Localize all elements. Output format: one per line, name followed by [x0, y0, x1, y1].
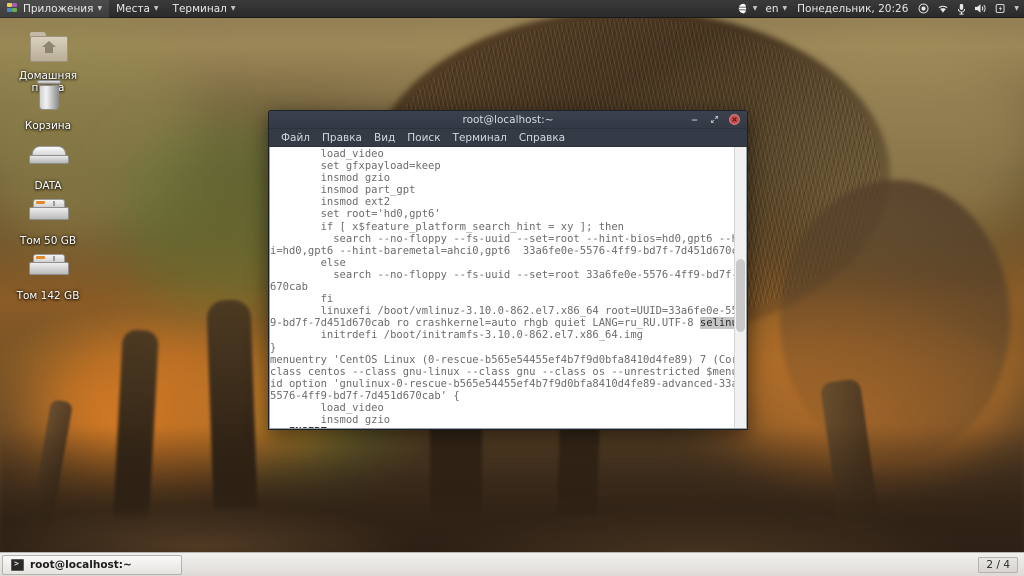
desktop-icon-volume-142gb[interactable]: Том 142 GB — [2, 248, 94, 302]
window-title-bar[interactable]: root@localhost:~ — [269, 111, 747, 129]
menu-help[interactable]: Справка — [513, 129, 571, 147]
taskbar-window-button-terminal[interactable]: root@localhost:~ — [2, 554, 182, 575]
terminal-window[interactable]: root@localhost:~ Файл Правка Вид Поиск Т… — [268, 110, 748, 430]
top-panel-right: ▼ en ▼ Понедельник, 20:26 ▼ — [734, 0, 1024, 18]
applications-menu-label: Приложения — [23, 2, 94, 15]
menu-edit[interactable]: Правка — [316, 129, 368, 147]
menu-terminal[interactable]: Терминал — [447, 129, 513, 147]
folder-home-icon — [25, 28, 71, 68]
window-controls — [689, 114, 747, 125]
terminal-icon — [11, 558, 24, 571]
menu-file[interactable]: Файл — [275, 129, 316, 147]
gnome-footprint-icon — [7, 2, 19, 15]
places-menu[interactable]: Места ▼ — [109, 0, 165, 18]
terminal-body[interactable]: load_video set gfxpayload=keep insmod gz… — [269, 147, 747, 429]
taskbar-window-label: root@localhost:~ — [30, 558, 132, 571]
hard-disk-icon — [25, 193, 71, 233]
scrollbar-thumb[interactable] — [736, 259, 745, 333]
close-icon[interactable] — [729, 114, 740, 125]
places-menu-label: Места — [116, 2, 150, 15]
chevron-down-icon[interactable]: ▼ — [1014, 5, 1019, 12]
menu-search[interactable]: Поиск — [401, 129, 446, 147]
trash-icon — [25, 78, 71, 118]
top-panel: Приложения ▼ Места ▼ Терминал ▼ ▼ en ▼ П… — [0, 0, 1024, 18]
terminal-menu-label: Терминал — [172, 2, 227, 15]
workspace-indicator[interactable]: 2 / 4 — [978, 556, 1018, 573]
desktop-icon-trash[interactable]: Корзина — [2, 78, 94, 132]
volume-icon[interactable] — [970, 0, 991, 18]
terminal-highlighted-token: selinux=0 — [699, 317, 734, 330]
wifi-icon[interactable] — [933, 0, 953, 18]
chevron-down-icon: ▼ — [97, 4, 103, 12]
microphone-icon[interactable] — [953, 0, 970, 18]
desktop-icon-data-drive[interactable]: DATA — [2, 138, 94, 192]
chevron-down-icon[interactable]: ▼ — [753, 5, 758, 12]
desktop-icon-label: Том 50 GB — [19, 235, 77, 247]
accessibility-globe-icon[interactable] — [734, 0, 753, 18]
chevron-down-icon: ▼ — [153, 4, 159, 12]
hard-disk-icon — [25, 248, 71, 288]
desktop-icon-volume-50gb[interactable]: Том 50 GB — [2, 193, 94, 247]
desktop-icon-label: Корзина — [24, 120, 72, 132]
chevron-down-icon: ▼ — [230, 4, 236, 12]
terminal-menu[interactable]: Терминал ▼ — [166, 0, 243, 18]
desktop-icon-label: Том 142 GB — [16, 290, 80, 302]
optical-drive-icon — [25, 138, 71, 178]
keyboard-layout-label: en — [765, 2, 779, 15]
minimize-icon[interactable] — [689, 114, 700, 125]
taskbar: root@localhost:~ 2 / 4 — [0, 552, 1024, 576]
applications-menu[interactable]: Приложения ▼ — [0, 0, 110, 18]
terminal-menu-bar: Файл Правка Вид Поиск Терминал Справка — [269, 129, 747, 147]
window-title: root@localhost:~ — [462, 113, 554, 126]
keyboard-layout-switcher[interactable]: en ▼ — [761, 0, 791, 18]
menu-view[interactable]: Вид — [368, 129, 401, 147]
boar-head — [780, 180, 1010, 460]
vim-status-line: -- INSERT -- — [270, 426, 734, 428]
maximize-icon[interactable] — [709, 114, 720, 125]
battery-icon[interactable] — [991, 0, 1010, 18]
top-panel-left: Приложения ▼ Места ▼ Терминал ▼ — [0, 0, 242, 18]
record-circle-icon[interactable] — [914, 0, 933, 18]
terminal-text-before: load_video set gfxpayload=keep insmod gz… — [270, 148, 734, 330]
clock[interactable]: Понедельник, 20:26 — [791, 3, 914, 15]
terminal-text-after: initrdefi /boot/initramfs-3.10.0-862.el7… — [270, 329, 734, 427]
terminal-output[interactable]: load_video set gfxpayload=keep insmod gz… — [270, 147, 734, 428]
chevron-down-icon: ▼ — [782, 4, 788, 12]
terminal-scrollbar[interactable] — [734, 147, 746, 428]
desktop-icon-label: DATA — [34, 180, 62, 192]
